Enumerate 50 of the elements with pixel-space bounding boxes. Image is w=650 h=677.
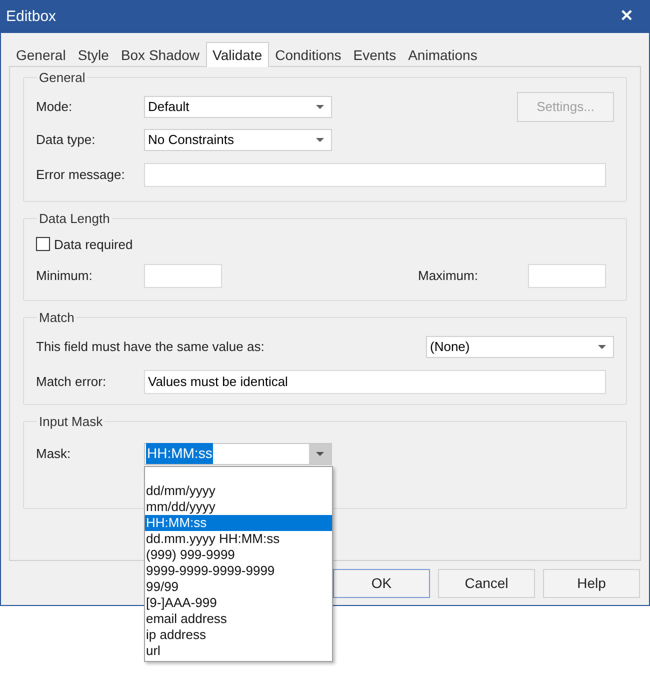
selected-text: HH:MM:ss xyxy=(146,443,214,464)
close-button[interactable]: ✕ xyxy=(620,5,633,29)
tab[interactable]: General xyxy=(10,44,72,66)
dropdown-option[interactable]: [9-]AAA-999 xyxy=(145,594,332,610)
caret-icon xyxy=(598,344,606,348)
dropdown[interactable]: No Constraints xyxy=(144,128,332,150)
field-label: Maximum: xyxy=(418,267,479,286)
field-label: Mask: xyxy=(36,444,72,463)
field-label: Match error: xyxy=(36,372,108,391)
dropdown-option[interactable]: (999) 999-9999 xyxy=(145,546,332,562)
tab[interactable]: Events xyxy=(347,44,402,66)
dropdown-option[interactable]: dd.mm.yyyy HH:MM:ss xyxy=(145,530,332,546)
dropdown-option[interactable]: email address xyxy=(145,610,332,626)
checkbox-label: Data required xyxy=(54,236,133,254)
tab[interactable]: Conditions xyxy=(269,44,348,66)
field-label: Data type: xyxy=(36,130,96,149)
dropdown-option[interactable]: dd/mm/yyyy xyxy=(145,482,332,498)
tab[interactable]: Box Shadow xyxy=(114,44,206,66)
dropdown[interactable]: HH:MM:ss xyxy=(144,442,332,464)
group-title: Match xyxy=(38,309,76,327)
input-field[interactable] xyxy=(144,162,606,186)
tab[interactable]: Animations xyxy=(402,44,484,66)
dialog-button[interactable]: Cancel xyxy=(438,569,535,598)
field-label: This field must have the same value as: xyxy=(36,338,266,356)
dropdown-option[interactable]: mm/dd/yyyy xyxy=(145,498,332,514)
field-label: Error message: xyxy=(36,166,126,184)
group-title: General xyxy=(38,69,86,87)
tab[interactable]: Style xyxy=(72,44,115,66)
dialog-button[interactable]: Help xyxy=(543,569,640,598)
dropdown[interactable]: (None) xyxy=(426,336,614,358)
group-title: Input Mask xyxy=(38,413,104,431)
dropdown-option[interactable]: HH:MM:ss xyxy=(145,514,332,530)
dropdown-option[interactable]: 99/99 xyxy=(145,578,332,594)
dropdown-option[interactable]: 9999-9999-9999-9999 xyxy=(145,562,332,578)
dropdown[interactable]: Default xyxy=(144,96,332,118)
input-field[interactable] xyxy=(144,264,222,288)
caret-icon xyxy=(316,104,324,108)
caret-icon xyxy=(316,452,324,456)
dropdown-option[interactable]: url xyxy=(145,642,332,658)
checkbox[interactable] xyxy=(36,237,50,252)
input-field[interactable]: Values must be identical xyxy=(144,370,606,394)
dropdown-option[interactable]: ip address xyxy=(145,626,332,642)
window-title: Editbox xyxy=(6,6,56,27)
tab[interactable]: Validate xyxy=(206,42,270,67)
group-title: Data Length xyxy=(38,210,111,228)
dialog-button[interactable]: OK xyxy=(333,569,430,598)
field-label: Mode: xyxy=(36,98,74,116)
field-label: Minimum: xyxy=(36,267,94,286)
input-field[interactable] xyxy=(528,264,606,288)
caret-icon xyxy=(316,138,324,142)
